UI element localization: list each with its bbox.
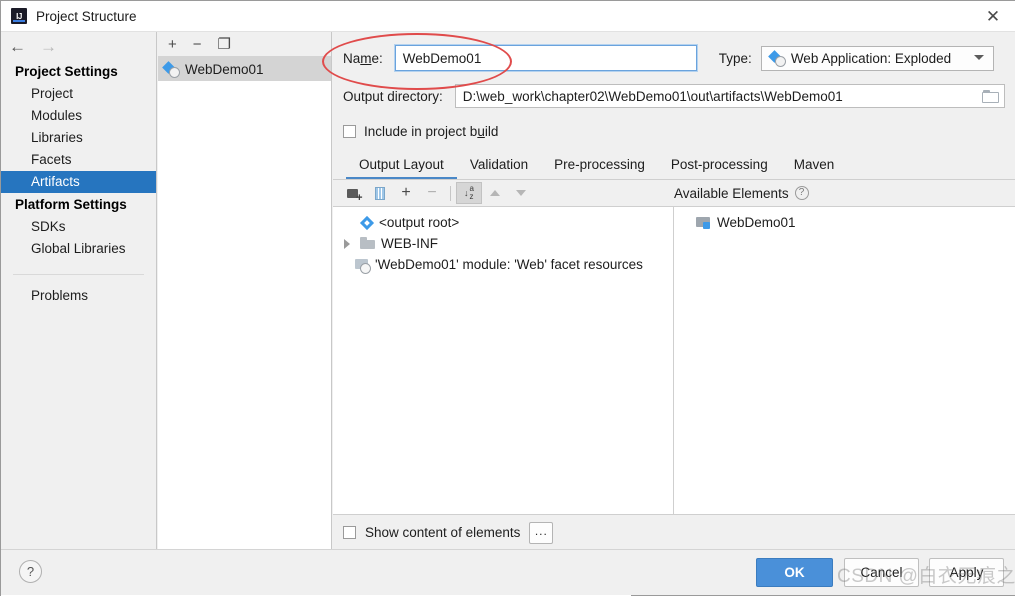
sidebar-item-modules[interactable]: Modules [1,105,156,127]
name-type-row: Name: WebDemo01 Type: Web Application: E… [333,43,1015,73]
chevron-down-icon [973,54,984,60]
jar-archive-icon [375,186,385,200]
ok-button[interactable]: OK [756,558,833,587]
toolbar-divider [450,185,451,201]
plus-dropdown-icon: + [401,184,411,201]
add-copy-of-button[interactable]: + [393,182,419,204]
sidebar-item-global-libraries[interactable]: Global Libraries [1,238,156,260]
tab-validation[interactable]: Validation [457,157,541,179]
tree-expander[interactable] [339,238,355,249]
help-icon[interactable]: ? [794,186,809,200]
sidebar-item-facets[interactable]: Facets [1,149,156,171]
move-up-button [482,182,508,204]
output-layout-tree[interactable]: <output root> WEB-INF 'WebDemo01' module… [333,207,674,514]
copy-artifact-button[interactable]: ❐ [218,37,231,52]
add-folder-button[interactable] [341,182,367,204]
cancel-button[interactable]: Cancel [844,558,919,587]
tab-maven[interactable]: Maven [781,157,848,179]
minus-icon: − [427,184,437,201]
layout-panes: <output root> WEB-INF 'WebDemo01' module… [333,206,1015,514]
sidebar-divider [13,274,144,275]
type-dropdown[interactable]: Web Application: Exploded [760,45,994,71]
output-directory-value: D:\web_work\chapter02\WebDemo01\out\arti… [462,88,843,104]
artifact-item-label: WebDemo01 [185,61,264,77]
tree-row[interactable]: WEB-INF [333,233,673,254]
intellij-idea-icon [11,8,27,24]
name-input[interactable]: WebDemo01 [393,44,698,72]
name-label: Name: [343,50,383,66]
remove-element-button: − [419,182,445,204]
include-in-build-checkbox[interactable] [343,124,356,138]
chevron-right-icon [344,238,350,249]
tab-output-layout[interactable]: Output Layout [346,157,457,179]
forward-arrow-icon: → [40,36,57,56]
list-item[interactable]: WebDemo01 [158,57,331,81]
sidebar-item-problems[interactable]: Problems [1,285,156,307]
artifacts-toolbar: + − ❐ [158,32,331,57]
artifacts-list-panel: + − ❐ WebDemo01 [158,32,332,549]
output-layout-toolbar: + − ↓az Available Elements ? [333,180,1015,206]
sidebar-item-libraries[interactable]: Libraries [1,127,156,149]
artifact-icon [770,51,786,67]
project-structure-dialog: Project Structure ✕ ← → Project Settings… [0,0,1015,596]
tree-row[interactable]: WebDemo01 [674,212,1015,233]
triangle-up-icon [490,190,500,196]
apply-button[interactable]: Apply [929,558,1004,587]
window-title: Project Structure [36,8,137,24]
sidebar-item-artifacts[interactable]: Artifacts [1,171,156,193]
back-arrow-icon[interactable]: ← [9,38,26,55]
show-content-label: Show content of elements [365,525,521,540]
output-root-icon [360,216,374,230]
artifact-icon [164,62,180,78]
tree-item-label: <output root> [379,215,460,230]
tab-pre-processing[interactable]: Pre-processing [541,157,658,179]
tab-post-processing[interactable]: Post-processing [658,157,781,179]
folder-icon [360,237,376,250]
module-icon [696,216,712,230]
tree-item-label: WebDemo01 [717,215,796,230]
type-label: Type: [718,50,752,66]
tree-row[interactable]: 'WebDemo01' module: 'Web' facet resource… [333,254,673,275]
include-in-build-row[interactable]: Include in project build [333,121,1015,141]
tree-item-label: 'WebDemo01' module: 'Web' facet resource… [375,257,643,272]
tree-row[interactable]: <output root> [333,212,673,233]
platform-settings-group-label: Platform Settings [15,197,127,212]
close-icon[interactable]: ✕ [970,1,1015,32]
more-options-button[interactable]: ... [529,521,554,544]
type-dropdown-value: Web Application: Exploded [790,50,952,66]
navigation-arrows: ← → [1,32,156,60]
sidebar-item-project[interactable]: Project [1,83,156,105]
folder-icon[interactable] [982,90,999,103]
show-content-checkbox[interactable] [343,526,356,539]
settings-sidebar: ← → Project Settings Project Modules Lib… [1,32,157,549]
add-folder-icon [346,187,363,204]
title-bar: Project Structure ✕ [1,1,1015,32]
output-directory-input[interactable]: D:\web_work\chapter02\WebDemo01\out\arti… [454,84,1005,108]
available-elements-tree[interactable]: WebDemo01 [674,207,1015,514]
sidebar-item-sdks[interactable]: SDKs [1,216,156,238]
bottom-options-row: Show content of elements ... [333,514,1015,550]
output-directory-row: Output directory: D:\web_work\chapter02\… [333,82,1015,110]
available-elements-title: Available Elements [674,185,789,201]
output-directory-label: Output directory: [343,88,443,104]
dialog-footer: ? OK Cancel Apply [1,549,1015,596]
add-artifact-button[interactable]: + [168,37,177,52]
artifact-details-panel: Name: WebDemo01 Type: Web Application: E… [333,32,1015,550]
sort-az-icon: ↓ a z [464,184,474,201]
artifact-tabs: Output Layout Validation Pre-processing … [333,154,1015,180]
sort-alphabetically-button[interactable]: ↓ a z [456,182,482,204]
project-settings-group-label: Project Settings [15,64,118,79]
available-elements-header: Available Elements ? [674,180,809,206]
create-archive-button[interactable] [367,182,393,204]
move-down-button [508,182,534,204]
triangle-down-icon [516,190,526,196]
help-button[interactable]: ? [19,560,42,583]
remove-artifact-button[interactable]: − [193,37,202,52]
facet-resources-icon [355,258,371,274]
include-in-build-label: Include in project build [364,123,499,139]
tree-item-label: WEB-INF [381,236,438,251]
